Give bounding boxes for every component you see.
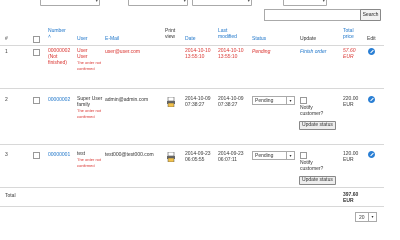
filter-select-3[interactable]: ▾ (192, 0, 252, 6)
order-status: Pending (252, 49, 271, 55)
order-user: Super User family The order not confirmed (77, 96, 103, 119)
filter-select-4[interactable]: ▾ (283, 0, 327, 6)
order-email: user@user.com (105, 49, 141, 55)
notify-checkbox[interactable] (300, 97, 307, 104)
row-index: 3 (5, 152, 8, 158)
col-header-number[interactable]: Number ˄ (48, 28, 66, 40)
row-divider (0, 187, 384, 188)
header-divider (0, 45, 384, 46)
notify-label: Notify customer? (300, 105, 324, 117)
order-number[interactable]: 00000002 (48, 97, 70, 103)
col-header-print-view: Print view (165, 28, 176, 40)
notify-checkbox[interactable] (300, 152, 307, 159)
order-email: admin@admin.com (105, 97, 149, 103)
edit-icon[interactable] (368, 151, 375, 158)
row-divider (0, 144, 384, 145)
edit-icon[interactable] (368, 48, 375, 55)
col-header-email[interactable]: E-Mail (105, 36, 119, 42)
filter-select-2[interactable]: ▾ (128, 0, 188, 6)
order-last-modified: 2014-10-10 13:55:10 (218, 48, 244, 60)
col-header-user[interactable]: User (77, 36, 88, 42)
grand-total: 397.60 EUR (343, 192, 359, 204)
row-checkbox[interactable] (33, 97, 40, 104)
footer-divider (0, 206, 384, 207)
row-checkbox[interactable] (33, 49, 40, 56)
order-date: 2014-10-09 07:38:27 (185, 96, 211, 108)
filter-select-1[interactable]: ▾ (40, 0, 100, 6)
row-index: 1 (5, 49, 8, 55)
notify-label: Notify customer? (300, 160, 324, 172)
row-checkbox[interactable] (33, 152, 40, 159)
order-total: 57.60 EUR (343, 48, 356, 60)
print-icon[interactable] (167, 152, 175, 162)
status-select[interactable]: Pending ▾ (252, 96, 295, 105)
col-header-status[interactable]: Status (252, 36, 266, 42)
row-index: 2 (5, 97, 8, 103)
per-page-select[interactable]: 20 ▾ (355, 212, 377, 222)
edit-icon[interactable] (368, 96, 375, 103)
order-last-modified: 2014-09-23 06:07:11 (218, 151, 244, 163)
finish-order-link[interactable]: Finish order (300, 49, 326, 55)
order-user: test The order not confirmed (77, 151, 102, 168)
select-all-checkbox[interactable] (33, 36, 40, 43)
col-header-total-price[interactable]: Total price (343, 28, 354, 40)
order-number[interactable]: 00000001 (48, 152, 70, 158)
update-status-button[interactable]: Update status (299, 176, 336, 185)
col-header-num: # (5, 36, 8, 42)
col-header-update: Update (300, 36, 317, 42)
row-divider (0, 88, 384, 89)
total-label: Total (5, 193, 16, 199)
search-button[interactable]: Search (360, 9, 381, 21)
col-header-date[interactable]: Date (185, 36, 196, 42)
order-total: 120.00 EUR (343, 151, 359, 163)
order-number[interactable]: 00000002 (Not finished) (48, 48, 74, 66)
order-email: test000@test000.com (105, 152, 154, 158)
update-status-button[interactable]: Update status (299, 121, 336, 130)
order-user: User User The order not confirmed (77, 48, 102, 71)
order-date: 2014-10-10 13:55:10 (185, 48, 211, 60)
order-total: 220.00 EUR (343, 96, 359, 108)
order-date: 2014-09-23 06:05:55 (185, 151, 211, 163)
col-header-last-modified[interactable]: Last modified (218, 28, 237, 40)
col-header-edit: Edit (367, 36, 376, 42)
status-select[interactable]: Pending ▾ (252, 151, 295, 160)
search-input[interactable] (264, 9, 362, 21)
print-icon[interactable] (167, 97, 175, 107)
order-last-modified: 2014-10-09 07:38:27 (218, 96, 244, 108)
